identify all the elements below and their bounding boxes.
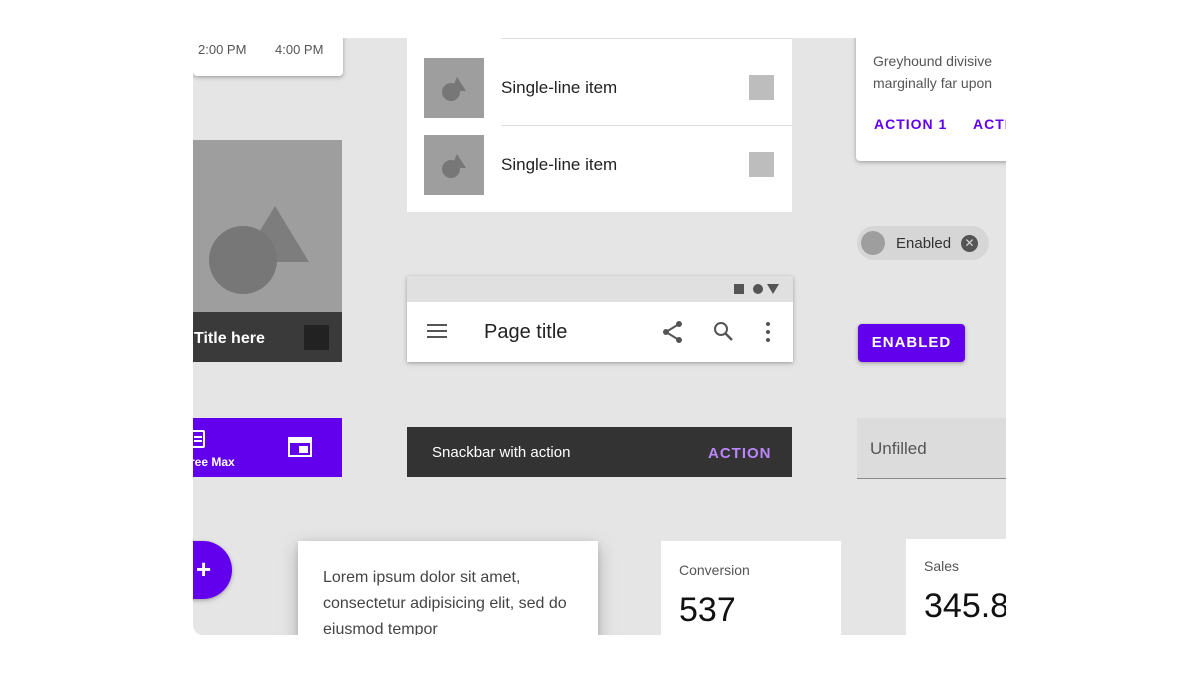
time-picker-card: 2:00 PM 4:00 PM [193,38,343,76]
stat-value: 345.8 [924,587,1006,625]
stat-card-sales: Sales 345.8 [906,539,1006,635]
text-card: Greyhound divisive marginally far upon A… [856,38,1006,161]
snackbar-message: Snackbar with action [432,444,571,461]
snackbar-action-button[interactable]: ACTION [708,445,772,462]
plus-icon: + [196,554,212,584]
card-action-button[interactable]: ACTION 1 [874,116,947,132]
stat-value: 537 [679,591,736,629]
status-icons [734,284,779,294]
list-thumbnail [424,135,484,195]
stat-card-conversion: Conversion 537 [661,541,841,635]
media-card-footer: Title here [193,312,342,362]
triangle-icon [767,284,779,294]
text-field[interactable]: Unfilled [857,418,1006,479]
shapes-icon [442,77,466,101]
shapes-icon [442,154,466,178]
snackbar: Snackbar with action ACTION [407,427,792,477]
component-board: 2:00 PM 4:00 PM Single-line item Single-… [193,38,1006,635]
list-item-label: Single-line item [501,78,618,97]
checkbox[interactable] [749,75,774,100]
more-vert-icon[interactable] [765,321,771,343]
search-icon[interactable] [713,321,735,343]
status-bar [407,276,793,302]
media-card[interactable]: Title here [193,140,342,362]
time-label[interactable]: 4:00 PM [275,42,323,57]
list-item[interactable]: Single-line item [407,48,792,125]
shapes-image-icon [209,206,309,294]
share-icon[interactable] [661,320,685,344]
media-card-action-icon[interactable] [304,325,329,350]
chip-label: Enabled [896,235,952,252]
text-field-placeholder: Unfilled [870,439,927,458]
add-fab[interactable]: + [193,541,232,599]
bottom-navigation: ree Max [193,418,342,477]
menu-icon[interactable] [427,323,447,339]
list-item-label: Single-line item [501,155,618,174]
top-app-bar: Page title [407,276,793,362]
checkbox[interactable] [749,152,774,177]
card-body-line: marginally far upon [873,75,993,91]
close-icon[interactable]: ✕ [961,235,978,252]
enabled-button[interactable]: ENABLED [858,324,965,362]
card-body: Greyhound divisive marginally far upon [873,50,1006,94]
text-card: Lorem ipsum dolor sit amet, consectetur … [298,541,598,635]
chip-avatar-icon [861,231,885,255]
time-label[interactable]: 2:00 PM [198,42,246,57]
page-title: Page title [484,321,568,343]
web-icon[interactable] [288,437,312,457]
list-thumbnail [424,58,484,118]
card-action-button[interactable]: ACTI [973,116,1006,132]
stat-label: Conversion [679,562,750,578]
input-chip[interactable]: Enabled ✕ [857,226,989,260]
media-card-title: Title here [194,330,265,347]
list-card: Single-line item Single-line item [407,38,792,212]
stat-label: Sales [924,558,960,574]
circle-icon [753,284,763,294]
bottom-nav-label: ree Max [193,455,235,469]
card-body: Lorem ipsum dolor sit amet, consectetur … [323,569,567,635]
app-bar-body: Page title [407,302,793,362]
divider [501,38,792,39]
square-icon [734,284,744,294]
list-item[interactable]: Single-line item [407,125,792,202]
card-body-line: Greyhound divisive [873,53,993,69]
document-icon[interactable] [193,430,205,448]
